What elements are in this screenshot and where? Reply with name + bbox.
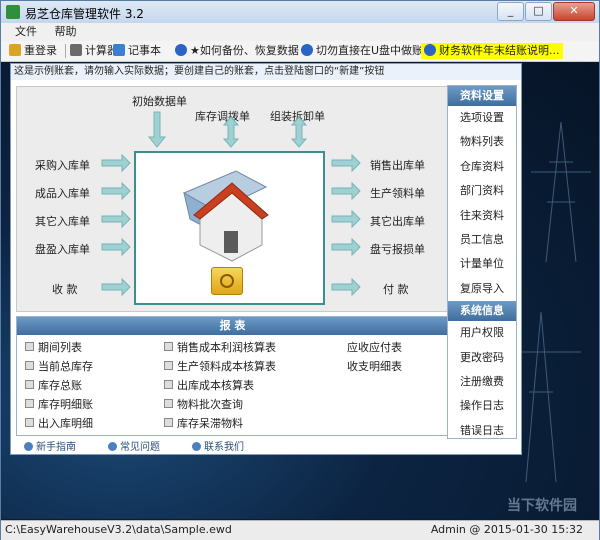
sidebar-item-user-permissions[interactable]: 用户权限	[448, 321, 516, 345]
menu-file[interactable]: 文件	[15, 23, 37, 41]
sidebar-item-error-log[interactable]: 错误日志	[448, 419, 516, 443]
report-icon	[25, 418, 34, 427]
help-icon	[424, 44, 436, 56]
status-file-path: C:\EasyWarehouseV3.2\data\Sample.ewd	[5, 523, 232, 536]
sidebar-item-operation-log[interactable]: 操作日志	[448, 394, 516, 418]
status-user-time: Admin @ 2015-01-30 15:32	[430, 523, 583, 536]
sidebar-item-partners[interactable]: 往来资料	[448, 204, 516, 228]
sidebar: 资料设置 选项设置 物料列表 仓库资料 部门资料 往来资料 员工信息 计量单位 …	[447, 85, 517, 439]
menu-bar: 文件 帮助	[1, 23, 599, 41]
flow-surplus-in[interactable]: 盘盈入库单	[35, 241, 90, 257]
notepad-button[interactable]: 记事本	[113, 43, 161, 59]
relogin-button[interactable]: 重登录	[9, 43, 57, 59]
menu-help[interactable]: 帮助	[55, 23, 77, 41]
contact-icon	[192, 442, 201, 451]
toolbar: 重登录 计算器 记事本 ★如何备份、恢复数据 切勿直接在U盘中做账 财务软件年末…	[1, 41, 599, 62]
flow-purchase-in[interactable]: 采购入库单	[35, 157, 90, 173]
warehouse-center	[134, 151, 325, 305]
report-icon	[164, 418, 173, 427]
flow-sales-out[interactable]: 销售出库单	[370, 157, 425, 173]
reports-title: 报 表	[17, 317, 448, 335]
report-batch-query[interactable]: 物料批次查询	[164, 396, 243, 412]
status-bar: C:\EasyWarehouseV3.2\data\Sample.ewd Adm…	[1, 520, 599, 540]
report-current-stock[interactable]: 当前总库存	[25, 358, 93, 374]
report-icon	[164, 399, 173, 408]
notepad-icon	[113, 44, 125, 56]
report-receivables-payables[interactable]: 应收应付表	[347, 339, 402, 355]
link-beginner-guide[interactable]: 新手指南	[24, 438, 76, 453]
sidebar-item-warehouses[interactable]: 仓库资料	[448, 155, 516, 179]
watermark-logo: 当下软件园	[507, 498, 577, 514]
toolbar-separator	[65, 44, 66, 58]
flow-product-in[interactable]: 成品入库单	[35, 185, 90, 201]
yearend-guide-link[interactable]: 财务软件年末结账说明...	[421, 43, 563, 59]
sidebar-section-data-setup: 资料设置	[448, 86, 516, 106]
report-sales-profit[interactable]: 销售成本利润核算表	[164, 339, 276, 355]
report-income-expense[interactable]: 收支明细表	[347, 358, 402, 374]
flow-payment[interactable]: 付 款	[383, 281, 409, 297]
report-icon	[25, 399, 34, 408]
sidebar-item-change-password[interactable]: 更改密码	[448, 346, 516, 370]
flow-loss-out[interactable]: 盘亏报损单	[370, 241, 425, 257]
report-stock-detail[interactable]: 库存明细账	[25, 396, 93, 412]
calculator-button[interactable]: 计算器	[70, 43, 118, 59]
report-icon	[164, 361, 173, 370]
faq-icon	[108, 442, 117, 451]
sidebar-item-options[interactable]: 选项设置	[448, 106, 516, 130]
app-window: 易芝仓库管理软件 3.2 _ □ ✕ 文件 帮助 重登录 计算器 记事本 ★如何备份…	[0, 0, 600, 540]
report-inout-detail[interactable]: 出入库明细	[25, 415, 93, 431]
title-bar[interactable]: 易芝仓库管理软件 3.2 _ □ ✕	[1, 1, 599, 23]
report-stagnant-stock[interactable]: 库存呆滞物料	[164, 415, 243, 431]
report-icon	[25, 361, 34, 370]
flow-receipt[interactable]: 收 款	[52, 281, 78, 297]
sidebar-item-units[interactable]: 计量单位	[448, 252, 516, 276]
backup-guide-link[interactable]: ★如何备份、恢复数据	[175, 43, 299, 59]
flow-other-out[interactable]: 其它出库单	[370, 213, 425, 229]
document-flow-area: 初始数据单 库存调拨单 组装拆卸单 采购入库单 成品入库单 其它入库单 盘盈入库…	[16, 86, 449, 312]
report-icon	[25, 380, 34, 389]
usb-warning-link[interactable]: 切勿直接在U盘中做账	[301, 43, 423, 59]
help-icon	[175, 44, 187, 56]
calculator-icon	[70, 44, 82, 56]
maximize-button[interactable]: □	[525, 2, 552, 21]
close-button[interactable]: ✕	[553, 2, 595, 21]
flow-production-pick[interactable]: 生产领料单	[370, 185, 425, 201]
report-icon	[25, 342, 34, 351]
flow-other-in[interactable]: 其它入库单	[35, 213, 90, 229]
guide-icon	[24, 442, 33, 451]
link-faq[interactable]: 常见问题	[108, 438, 160, 453]
window-title: 易芝仓库管理软件 3.2	[25, 7, 144, 21]
report-icon	[164, 380, 173, 389]
sidebar-item-materials[interactable]: 物料列表	[448, 130, 516, 154]
minimize-button[interactable]: _	[497, 2, 524, 21]
help-icon	[301, 44, 313, 56]
report-period-list[interactable]: 期间列表	[25, 339, 82, 355]
report-icon	[164, 342, 173, 351]
sample-account-hint: 这是示例账套，请勿输入实际数据；要创建自己的账套，点击登陆窗口的“新建”按钮	[11, 64, 521, 80]
sidebar-item-departments[interactable]: 部门资料	[448, 179, 516, 203]
app-icon	[6, 5, 20, 19]
sidebar-item-registration[interactable]: 注册缴费	[448, 370, 516, 394]
report-stock-ledger[interactable]: 库存总账	[25, 377, 82, 393]
sidebar-section-system-info: 系统信息	[448, 301, 516, 322]
key-icon	[9, 44, 21, 56]
report-outbound-cost[interactable]: 出库成本核算表	[164, 377, 254, 393]
safe-icon[interactable]	[211, 267, 243, 295]
report-production-cost[interactable]: 生产领料成本核算表	[164, 358, 276, 374]
sidebar-item-employees[interactable]: 员工信息	[448, 228, 516, 252]
link-contact[interactable]: 联系我们	[192, 438, 244, 453]
sidebar-item-restore-import[interactable]: 复原导入	[448, 277, 516, 301]
reports-panel: 报 表 期间列表 当前总库存 库存总账 库存明细账 出入库明细 销售成本利润核算…	[16, 316, 449, 436]
main-panel: 这是示例账套，请勿输入实际数据；要创建自己的账套，点击登陆窗口的“新建”按钮 初…	[10, 63, 522, 455]
